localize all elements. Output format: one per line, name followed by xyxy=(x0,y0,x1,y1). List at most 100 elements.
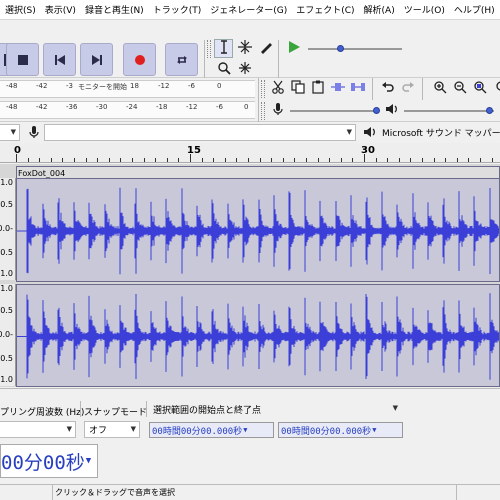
playback-volume-slider[interactable] xyxy=(404,110,494,112)
playback-meter-tick: -42 xyxy=(36,103,48,111)
stop-button[interactable] xyxy=(6,43,39,76)
playback-device-icon xyxy=(360,124,379,143)
undo-icon xyxy=(381,80,395,97)
fit-selection-button[interactable] xyxy=(470,79,489,98)
status-divider xyxy=(456,485,457,500)
scale-label: 1.0 xyxy=(0,375,13,384)
playback-meter-tick: 0 xyxy=(244,103,249,111)
project-rate-combo[interactable]: ▼ xyxy=(0,421,76,438)
audio-position-display[interactable]: 00分00秒 ▼ xyxy=(0,444,98,478)
undo-button[interactable] xyxy=(378,79,397,98)
play-speed-slider[interactable] xyxy=(308,48,402,50)
copy-icon xyxy=(290,80,305,97)
snap-mode-combo[interactable]: オフ ▼ xyxy=(84,421,140,438)
menu-transport[interactable]: 録音と再生(N) xyxy=(80,3,148,16)
record-meter-tick: -48 xyxy=(6,82,18,90)
paste-button[interactable] xyxy=(308,79,327,98)
record-meter-monitor-label[interactable]: モニターを開始 xyxy=(78,82,127,92)
record-meter-tick: -42 xyxy=(36,82,48,90)
recording-device-icon xyxy=(24,124,43,143)
ruler-tick xyxy=(422,158,423,162)
silence-button[interactable] xyxy=(348,79,367,98)
waveform-channel-left[interactable] xyxy=(16,178,500,282)
playback-meter[interactable]: -48 -42 -36 -30 -24 -18 -12 -6 0 xyxy=(0,101,255,119)
menu-help[interactable]: ヘルプ(H) xyxy=(449,3,499,16)
record-button[interactable] xyxy=(123,43,156,76)
selection-mode-combo[interactable]: 選択範囲の開始点と終了点 ▼ xyxy=(149,401,401,418)
playback-meter-tick: -12 xyxy=(186,103,198,111)
toolbar-separator xyxy=(278,40,279,78)
menu-tracks[interactable]: トラック(T) xyxy=(148,3,206,16)
zoom-out-button[interactable] xyxy=(450,79,469,98)
multi-tool-button[interactable] xyxy=(235,60,254,79)
toolbar-grip[interactable] xyxy=(261,80,265,98)
loop-button[interactable] xyxy=(165,43,198,76)
draw-tool-button[interactable] xyxy=(256,39,275,58)
zoom-tool-button[interactable] xyxy=(214,60,233,79)
record-volume-slider[interactable] xyxy=(290,110,378,112)
record-meter[interactable]: -48 -42 -3 モニターを開始 18 -12 -6 0 xyxy=(0,80,255,98)
ruler-tick xyxy=(190,154,191,162)
ruler-tick xyxy=(433,158,435,162)
ruler-tick xyxy=(340,158,342,162)
ruler-tick xyxy=(294,158,296,162)
envelope-tool-button[interactable] xyxy=(235,39,254,58)
timeline-ruler[interactable]: 0 15 30 xyxy=(0,143,500,163)
audio-position-value: 00分00秒 xyxy=(1,451,85,474)
multi-tool-icon xyxy=(238,61,252,78)
skip-to-start-icon xyxy=(54,54,66,66)
host-combo[interactable]: ▼ xyxy=(0,124,20,141)
menu-select[interactable]: 選択(S) xyxy=(0,3,40,16)
playback-volume-slider-thumb[interactable] xyxy=(486,107,493,114)
play-at-speed-button[interactable] xyxy=(284,39,303,58)
menu-tools[interactable]: ツール(O) xyxy=(399,3,449,16)
menu-effect[interactable]: エフェクト(C) xyxy=(291,3,358,16)
skip-to-start-button[interactable] xyxy=(43,43,76,76)
ruler-tick xyxy=(259,158,261,162)
chevron-down-icon: ▼ xyxy=(346,128,352,136)
selection-tool-button[interactable] xyxy=(214,39,233,58)
selection-end-time[interactable]: 00時間00分00.000秒 ▼ xyxy=(278,422,403,438)
ruler-tick xyxy=(387,158,389,162)
playback-meter-toolbar: -48 -42 -36 -30 -24 -18 -12 -6 0 xyxy=(0,100,500,122)
trim-button[interactable] xyxy=(328,79,347,98)
ruler-tick xyxy=(39,158,41,162)
microphone-icon xyxy=(272,102,284,119)
playback-device-combo[interactable]: Microsoft サウンド マッパー - Out xyxy=(378,124,500,141)
scale-label: 1.0 xyxy=(0,284,13,293)
vertical-ruler-bottom[interactable]: 1.0 0.5 0.0- 0.5 1.0 xyxy=(0,284,16,386)
play-speed-slider-thumb[interactable] xyxy=(337,45,344,52)
record-meter-tick: 0 xyxy=(217,82,222,90)
ruler-tick xyxy=(85,158,87,162)
chevron-down-icon: ▼ xyxy=(66,425,72,433)
recording-device-combo[interactable]: ▼ xyxy=(44,124,356,141)
menu-analyze[interactable]: 解析(A) xyxy=(359,3,399,16)
clip-title-bar[interactable] xyxy=(16,166,500,178)
menu-view[interactable]: 表示(V) xyxy=(40,3,80,16)
playback-device-label: Microsoft サウンド マッパー - Out xyxy=(382,129,500,139)
playback-meter-tick: -36 xyxy=(66,103,78,111)
redo-button[interactable] xyxy=(398,79,417,98)
project-rate-label: プリング周波数 (Hz) xyxy=(0,408,85,418)
zoom-in-button[interactable] xyxy=(430,79,449,98)
toolbar-grip[interactable] xyxy=(207,40,211,58)
cut-button[interactable] xyxy=(268,79,287,98)
vertical-ruler-top[interactable]: 1.0 0.5 0.0- 0.5 1.0 xyxy=(0,178,16,280)
envelope-icon xyxy=(237,39,253,58)
selection-start-time[interactable]: 00時間00分00.000秒 ▼ xyxy=(149,422,274,438)
ruler-tick xyxy=(108,158,110,162)
playback-meter-tick: -18 xyxy=(156,103,168,111)
fit-project-button[interactable] xyxy=(490,79,500,98)
skip-to-end-button[interactable] xyxy=(80,43,113,76)
copy-button[interactable] xyxy=(288,79,307,98)
toolbar-grip[interactable] xyxy=(261,102,265,120)
clipboard-icon xyxy=(311,80,325,97)
speaker-icon xyxy=(385,102,399,119)
waveform-channel-right[interactable] xyxy=(16,284,500,387)
ruler-tick xyxy=(224,158,226,162)
clip-name: FoxDot_004 xyxy=(18,169,66,178)
ruler-tick xyxy=(456,158,458,162)
menu-generate[interactable]: ジェネレーター(G) xyxy=(205,3,291,16)
record-volume-slider-thumb[interactable] xyxy=(373,107,380,114)
chevron-down-icon: ▼ xyxy=(392,404,398,412)
